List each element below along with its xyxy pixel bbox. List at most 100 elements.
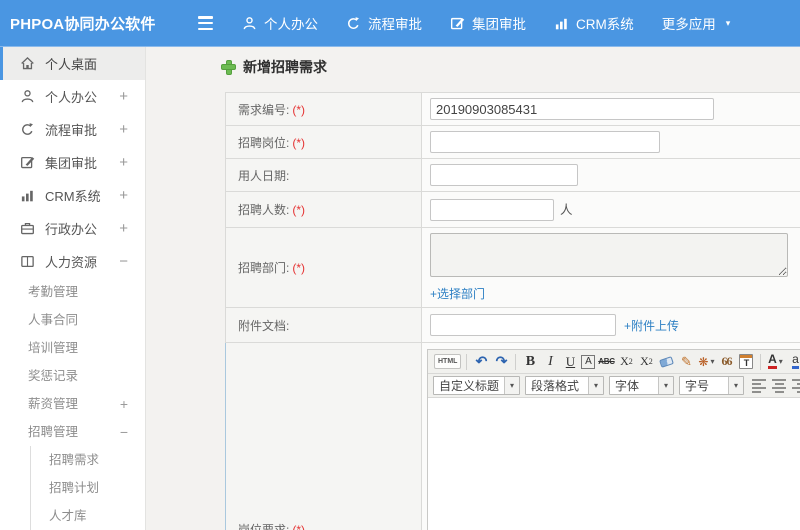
table-row: 岗位要求: (*) HTML ↶ ↷ B I U A ABC X 2 X 2 ✎…: [225, 342, 800, 530]
post-input[interactable]: [430, 131, 660, 153]
custom-heading-select[interactable]: 自定义标题 ▾: [433, 376, 521, 395]
sidebar-item-recruit-mgmt[interactable]: 招聘管理 −: [0, 418, 145, 446]
add-plus-icon: [222, 60, 235, 74]
font-color-icon: A: [768, 353, 777, 369]
sidebar-item-reward-punish-records[interactable]: 奖惩记录: [0, 362, 145, 390]
sidebar-item-workflow-approval[interactable]: 流程审批 +: [0, 113, 145, 146]
align-right-button[interactable]: [792, 377, 800, 395]
font-style-button[interactable]: A: [581, 354, 596, 369]
font-color-button[interactable]: A ▾: [766, 352, 784, 371]
italic-button[interactable]: I: [541, 352, 559, 371]
sidebar-item-recruit-plan[interactable]: 招聘计划: [31, 474, 145, 502]
attach-label: 附件文档:: [238, 318, 290, 333]
hamburger-menu-icon[interactable]: [198, 16, 216, 30]
expand-icon[interactable]: +: [119, 121, 128, 138]
paste-button[interactable]: T: [737, 352, 755, 371]
collapse-icon[interactable]: −: [120, 418, 128, 446]
font-size-select[interactable]: 字号 ▾: [679, 376, 745, 395]
align-center-button[interactable]: [772, 377, 787, 395]
nav-personal-office[interactable]: 个人办公: [242, 13, 318, 33]
undo-button[interactable]: ↶: [472, 352, 490, 371]
sidebar-item-label: 个人桌面: [45, 57, 98, 72]
sidebar-item-human-resources[interactable]: 人力资源 −: [0, 245, 145, 278]
select-dept-link[interactable]: +选择部门: [430, 287, 485, 301]
select-label: 段落格式: [531, 379, 580, 393]
underline-button[interactable]: U: [561, 352, 579, 371]
caret-down-icon: ▾: [504, 377, 520, 394]
field-label-cell: 用人日期:: [225, 158, 422, 192]
attach-upload-link[interactable]: +附件上传: [624, 317, 679, 334]
highlight-color-button[interactable]: a: [786, 352, 800, 371]
expand-icon[interactable]: +: [119, 220, 128, 237]
app-logo: PHPOA协同办公软件: [10, 15, 156, 33]
subscript-button[interactable]: X2: [637, 352, 655, 371]
source-code-button[interactable]: HTML: [434, 354, 462, 369]
field-label-cell: 需求编号: (*): [225, 92, 422, 126]
bold-button[interactable]: B: [521, 352, 539, 371]
paragraph-format-select[interactable]: 段落格式 ▾: [525, 376, 605, 395]
expand-icon[interactable]: +: [119, 187, 128, 204]
sidebar-item-talent-pool[interactable]: 人才库: [31, 502, 145, 530]
sidebar-item-salary-mgmt[interactable]: 薪资管理 +: [0, 390, 145, 418]
sidebar-item-attendance-mgmt[interactable]: 考勤管理: [0, 278, 145, 306]
nav-label: 集团审批: [472, 17, 526, 32]
expand-icon[interactable]: +: [119, 88, 128, 105]
edit-square-icon: [450, 17, 465, 29]
attach-input[interactable]: [430, 314, 616, 336]
color-palette-button[interactable]: ❋ ▾: [697, 352, 715, 371]
nav-workflow-approval[interactable]: 流程审批: [346, 13, 422, 33]
nav-label: 更多应用: [661, 17, 716, 32]
sidebar-item-personal-office[interactable]: 个人办公 +: [0, 80, 145, 113]
field-label-cell: 招聘部门: (*): [225, 227, 422, 308]
caret-down-icon: ▾: [588, 377, 604, 394]
sub-item-label: 招聘管理: [28, 425, 79, 439]
main-content: 新增招聘需求 需求编号:(*) 招聘岗位:(*) 用人日期:: [147, 47, 800, 530]
date-input[interactable]: [430, 164, 578, 186]
sidebar-item-personal-desktop[interactable]: 个人桌面: [0, 47, 145, 80]
table-row: 招聘部门: (*) +选择部门: [225, 227, 800, 308]
sidebar-item-group-approval[interactable]: 集团审批 +: [0, 146, 145, 179]
expand-icon[interactable]: +: [119, 154, 128, 171]
sidebar-item-recruit-demand[interactable]: 招聘需求: [31, 446, 145, 474]
sidebar-item-label: 个人办公: [45, 90, 98, 105]
select-label: 自定义标题: [439, 379, 500, 393]
recruit-demand-form: 需求编号:(*) 招聘岗位:(*) 用人日期: 招聘人数:(*): [225, 92, 800, 530]
collapse-icon[interactable]: −: [119, 253, 128, 270]
sidebar-item-label: CRM系统: [45, 189, 101, 204]
editor-content-area[interactable]: [428, 398, 800, 530]
blockquote-button[interactable]: 66: [717, 352, 735, 371]
sidebar-item-hr-contract[interactable]: 人事合同: [0, 306, 145, 334]
sub-item-label: 薪资管理: [28, 397, 79, 411]
sub-base: X: [640, 354, 649, 368]
field-label-cell: 岗位要求: (*): [225, 342, 422, 530]
nav-more-apps[interactable]: 更多应用 ▾: [662, 13, 731, 33]
remove-format-button[interactable]: [657, 352, 675, 371]
dept-textarea[interactable]: [430, 233, 788, 277]
sidebar-item-admin-office[interactable]: 行政办公 +: [0, 212, 145, 245]
required-mark: (*): [292, 522, 306, 530]
nav-group-approval[interactable]: 集团审批: [450, 13, 526, 33]
count-unit: 人: [560, 203, 573, 217]
format-brush-button[interactable]: ✎: [677, 352, 695, 371]
field-label-cell: 招聘岗位: (*): [225, 125, 422, 159]
strikethrough-button[interactable]: ABC: [597, 352, 615, 371]
redo-button[interactable]: ↷: [492, 352, 510, 371]
align-left-button[interactable]: [752, 377, 767, 395]
font-family-select[interactable]: 字体 ▾: [609, 376, 675, 395]
toolbar-separator: [515, 353, 517, 370]
sup-base: X: [620, 354, 629, 368]
count-input[interactable]: [430, 198, 554, 221]
user-icon: [21, 90, 34, 103]
nav-crm-system[interactable]: CRM系统: [554, 13, 634, 33]
post-label: 招聘岗位:: [238, 135, 290, 150]
sub-item-label: 招聘计划: [49, 481, 100, 495]
caret-down-icon: ▾: [658, 377, 674, 394]
sidebar-item-training-mgmt[interactable]: 培训管理: [0, 334, 145, 362]
sidebar-item-label: 人力资源: [45, 255, 98, 270]
superscript-button[interactable]: X2: [617, 352, 635, 371]
req-no-input[interactable]: [430, 98, 714, 120]
sidebar-item-crm-system[interactable]: CRM系统 +: [0, 179, 145, 212]
field-label-cell: 附件文档:: [225, 307, 422, 343]
expand-icon[interactable]: +: [120, 390, 128, 418]
select-label: 字体: [615, 379, 640, 393]
